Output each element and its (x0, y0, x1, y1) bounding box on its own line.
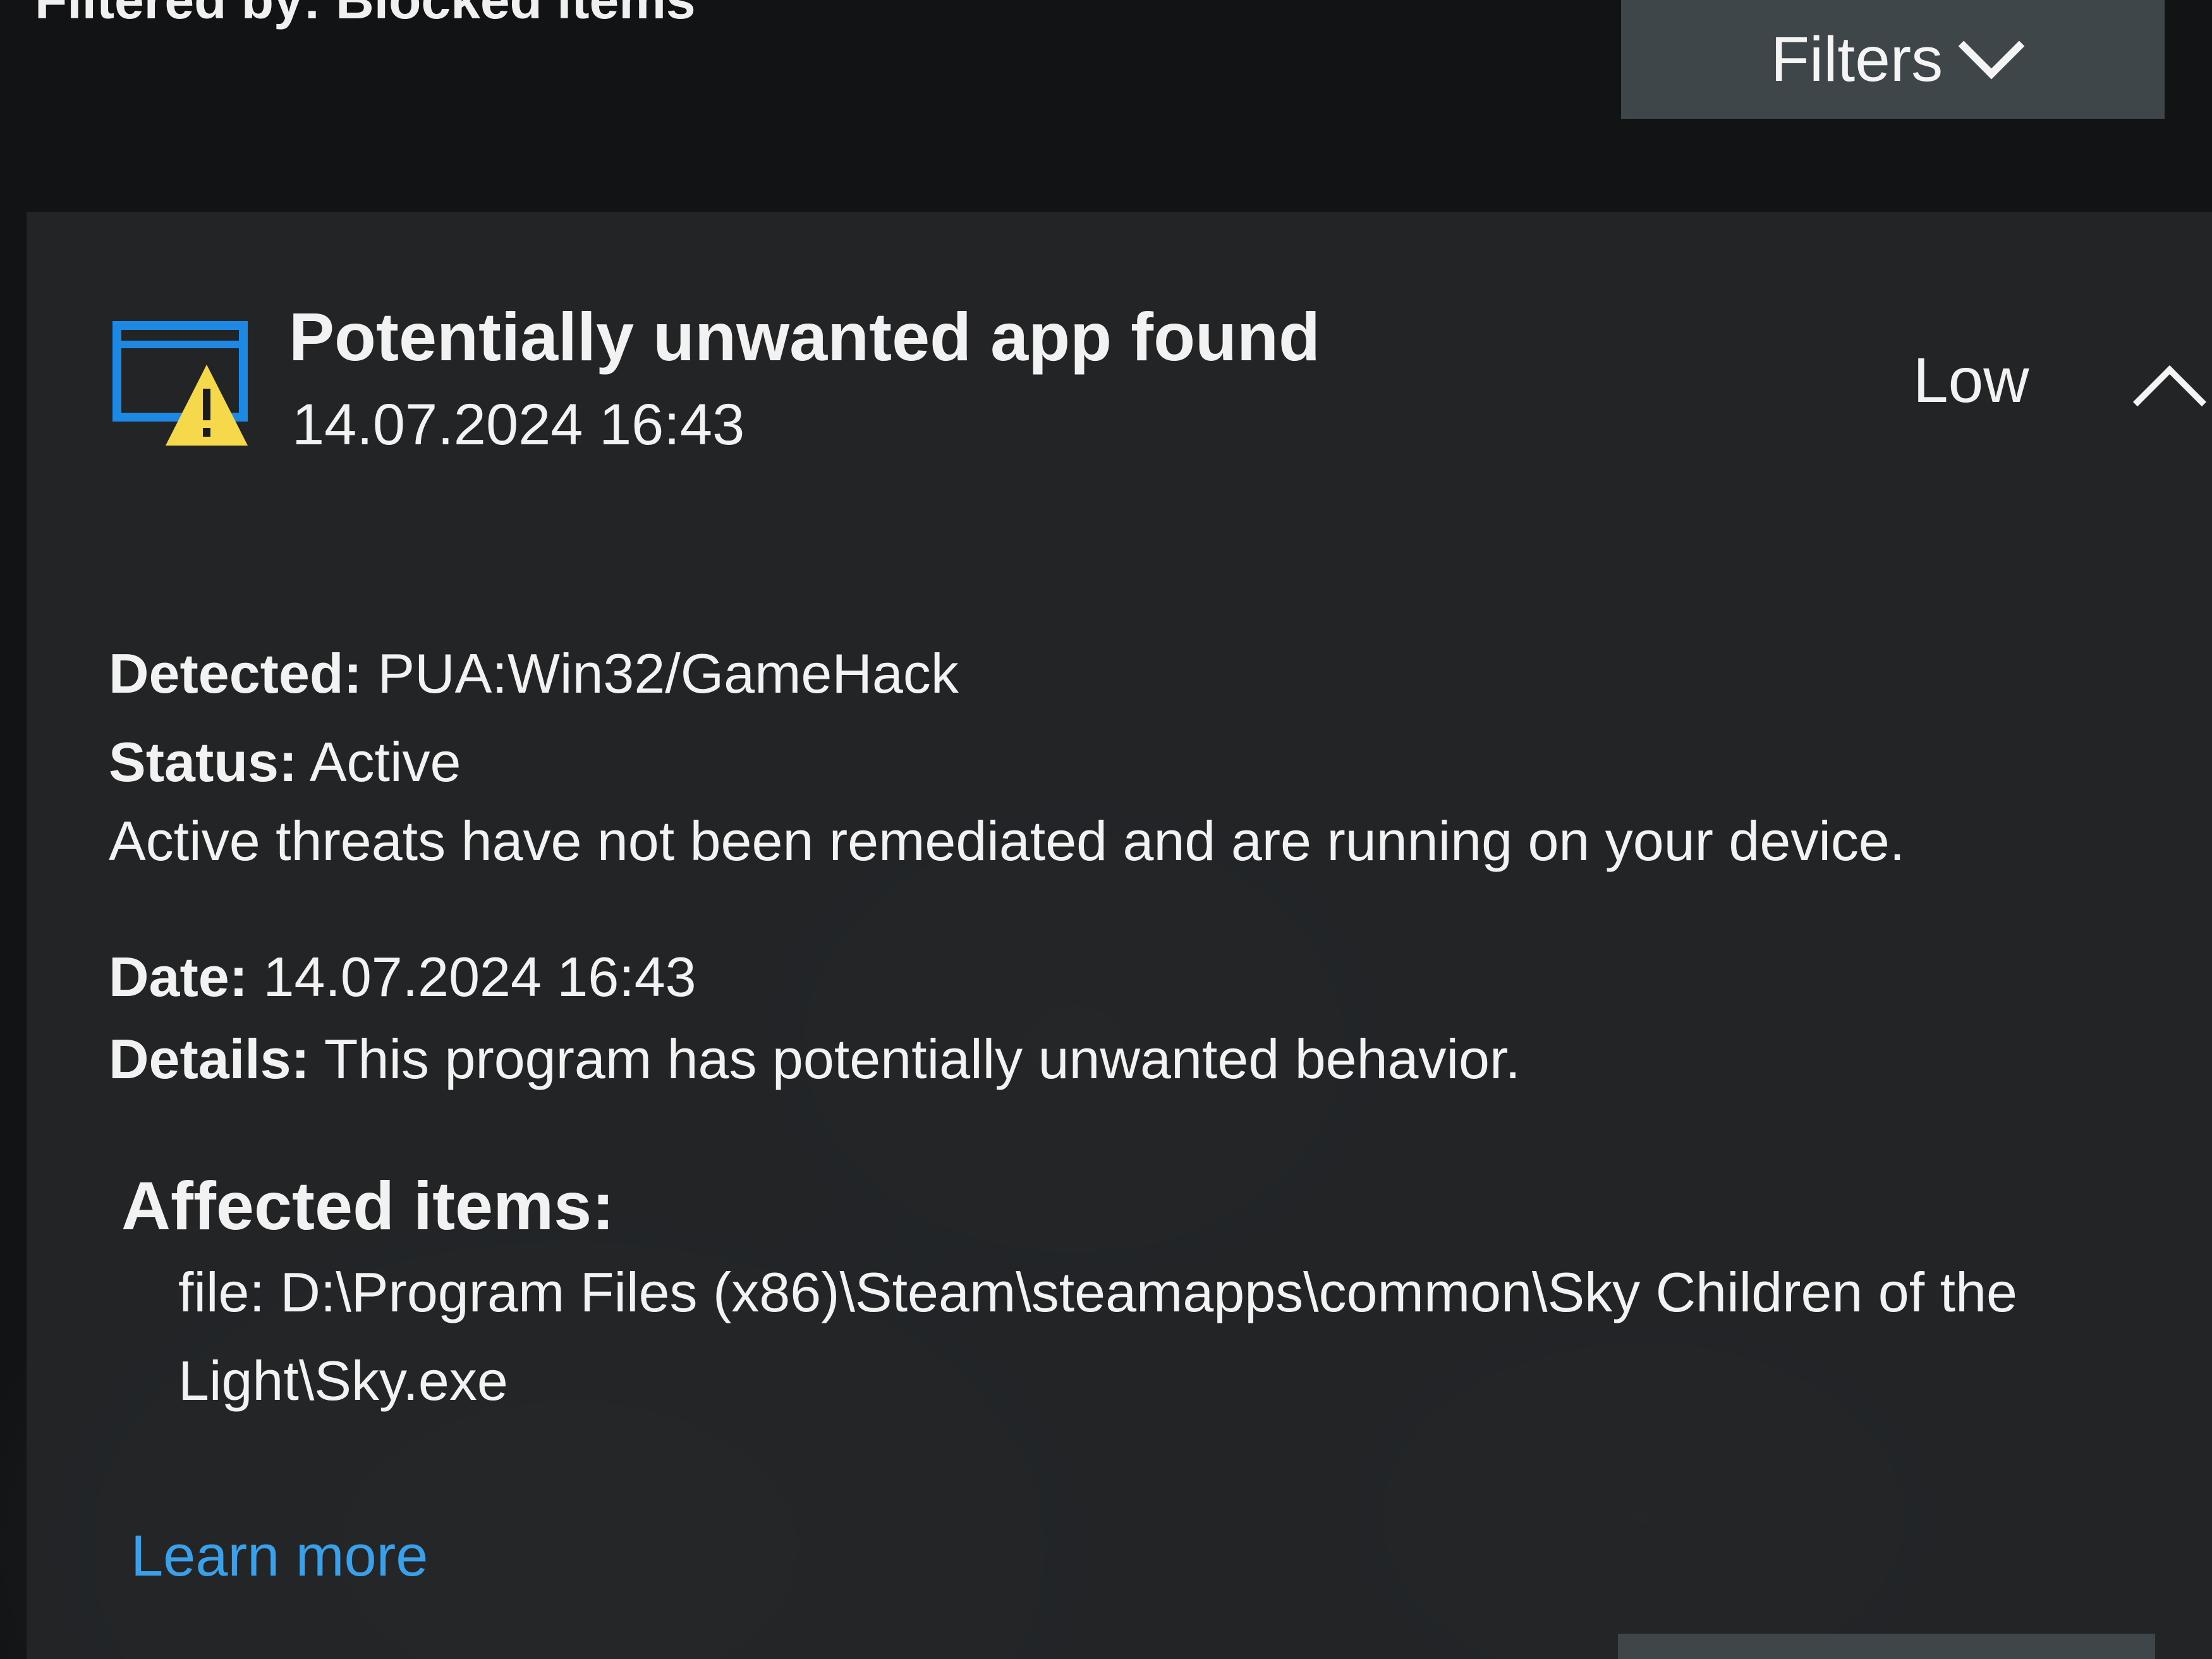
filtered-by-label: Filtered by: Blocked items (35, 0, 696, 30)
affected-item: file: D:\Program Files (x86)\Steam\steam… (178, 1261, 2017, 1412)
chevron-down-icon (1958, 13, 2025, 80)
details-value: This program has potentially unwanted be… (324, 1028, 1521, 1090)
threat-timestamp: 14.07.2024 16:43 (292, 392, 745, 457)
learn-more-link[interactable]: Learn more (131, 1523, 428, 1589)
detected-label: Detected: (109, 642, 362, 705)
collapse-button[interactable] (2115, 341, 2212, 439)
date-row: Date: 14.07.2024 16:43 (109, 945, 696, 1009)
filters-button[interactable]: Filters (1621, 0, 2165, 119)
date-value: 14.07.2024 16:43 (263, 945, 696, 1008)
threat-title: Potentially unwanted app found (289, 298, 1320, 375)
details-row: Details: This program has potentially un… (109, 1027, 1521, 1091)
date-label: Date: (109, 945, 248, 1008)
status-row: Status: Active (109, 730, 461, 794)
filters-button-label: Filters (1770, 23, 1943, 95)
filter-bar: Filtered by: Blocked items Filters (0, 0, 2212, 158)
severity-label: Low (1913, 345, 2029, 416)
status-value: Active (309, 731, 461, 793)
chevron-up-icon (2133, 365, 2206, 439)
status-label: Status: (109, 731, 298, 793)
threat-card: Potentially unwanted app found 14.07.202… (27, 212, 2212, 1659)
status-message: Active threats have not been remediated … (109, 810, 1905, 872)
detected-value: PUA:Win32/GameHack (377, 642, 959, 705)
details-label: Details: (109, 1028, 310, 1090)
defender-screen: Filtered by: Blocked items Filters Poten… (0, 0, 2212, 1659)
affected-items-heading: Affected items: (121, 1167, 615, 1244)
detected-row: Detected: PUA:Win32/GameHack (109, 641, 959, 706)
action-button-edge[interactable] (1618, 1634, 2155, 1659)
warning-window-icon (112, 321, 248, 446)
